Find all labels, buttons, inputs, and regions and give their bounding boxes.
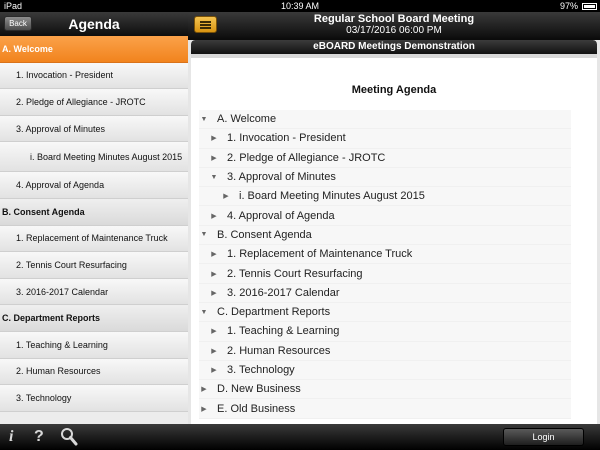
sidebar-item-label: i. Board Meeting Minutes August 2015 xyxy=(30,151,183,162)
sidebar-item-label: 2. Human Resources xyxy=(16,366,101,377)
sidebar-item-label: 3. Technology xyxy=(16,392,72,403)
agenda-tree-row[interactable]: ▶ E. Old Business xyxy=(199,399,571,419)
sidebar-section-item[interactable]: C. Department Reports xyxy=(0,305,188,332)
sidebar-item[interactable]: 3. Approval of Minutes xyxy=(0,115,188,143)
agenda-tree-label: B. Consent Agenda xyxy=(217,228,312,241)
agenda-tree-label: 2. Pledge of Allegiance - JROTC xyxy=(227,151,386,164)
agenda-tree-row[interactable]: ▶ i. Board Meeting Minutes August 2015 xyxy=(199,187,571,207)
sidebar-item-label: B. Consent Agenda xyxy=(2,206,85,217)
agenda-tree-label: 3. 2016-2017 Calendar xyxy=(227,286,340,299)
disclosure-collapsed-icon[interactable]: ▶ xyxy=(209,327,219,335)
sidebar-agenda-list: A. Welcome 1. Invocation - President 2. Pl… xyxy=(0,36,188,412)
agenda-tree-label: i. Board Meeting Minutes August 2015 xyxy=(239,190,425,203)
agenda-tree-label: 3. Approval of Minutes xyxy=(227,171,336,184)
sidebar-item[interactable]: 3. Technology xyxy=(0,385,188,412)
bottom-toolbar: i ? Login xyxy=(0,424,600,450)
sidebar-item[interactable]: i. Board Meeting Minutes August 2015 xyxy=(0,142,188,173)
sidebar-item[interactable]: 2. Pledge of Allegiance - JROTC xyxy=(0,89,188,116)
disclosure-expanded-icon[interactable]: ▼ xyxy=(199,116,209,123)
help-icon[interactable]: ? xyxy=(34,427,44,447)
sidebar-item-label: C. Department Reports xyxy=(2,313,101,324)
agenda-tree-label: D. New Business xyxy=(217,383,301,396)
sidebar-item-label: 1. Replacement of Maintenance Truck xyxy=(16,233,168,244)
agenda-tree-row[interactable]: ▶ 2. Pledge of Allegiance - JROTC xyxy=(199,148,571,168)
sidebar-item[interactable]: 4. Approval of Agenda xyxy=(0,172,188,199)
sidebar-item[interactable]: 2. Human Resources xyxy=(0,358,188,386)
agenda-tree-row[interactable]: ▶ 4. Approval of Agenda xyxy=(199,206,571,226)
disclosure-collapsed-icon[interactable]: ▶ xyxy=(209,134,219,142)
disclosure-expanded-icon[interactable]: ▼ xyxy=(199,231,209,238)
agenda-tree-row[interactable]: ▼ 3. Approval of Minutes xyxy=(199,167,571,188)
sidebar-item-label: 3. Approval of Minutes xyxy=(16,123,106,134)
agenda-tree-row[interactable]: ▶ D. New Business xyxy=(199,380,571,400)
agenda-sidebar: Agenda Back A. Welcome 1. Invocation - Pr… xyxy=(0,12,188,424)
sidebar-item[interactable]: 1. Teaching & Learning xyxy=(0,331,188,359)
agenda-tree: ▼ A. Welcome ▶ 1. Invocation - President ▶ 2.… xyxy=(199,110,571,419)
disclosure-collapsed-icon[interactable]: ▶ xyxy=(199,405,209,413)
agenda-tree-label: E. Old Business xyxy=(217,402,296,415)
agenda-tree-row[interactable]: ▼ C. Department Reports xyxy=(199,302,571,323)
agenda-tree-row[interactable]: ▶ 1. Teaching & Learning xyxy=(199,322,571,342)
disclosure-collapsed-icon[interactable]: ▶ xyxy=(209,270,219,278)
sidebar-item-label: A. Welcome xyxy=(2,43,53,54)
disclosure-collapsed-icon[interactable]: ▶ xyxy=(209,250,219,258)
sidebar-section-item[interactable]: B. Consent Agenda xyxy=(0,198,188,226)
agenda-tree-row[interactable]: ▼ B. Consent Agenda xyxy=(199,225,571,246)
agenda-tree-row[interactable]: ▶ 2. Tennis Court Resurfacing xyxy=(199,264,571,284)
agenda-tree-label: 1. Replacement of Maintenance Truck xyxy=(227,248,413,261)
agenda-tree-row[interactable]: ▶ 1. Replacement of Maintenance Truck xyxy=(199,245,571,265)
back-button[interactable]: Back xyxy=(4,16,32,31)
disclosure-collapsed-icon[interactable]: ▶ xyxy=(209,366,219,374)
agenda-tree-label: 1. Teaching & Learning xyxy=(227,325,340,338)
battery-percent: 97% xyxy=(559,1,578,11)
agenda-tree-label: 1. Invocation - President xyxy=(227,132,346,145)
sidebar-item-label: 4. Approval of Agenda xyxy=(16,180,105,191)
battery-icon xyxy=(582,3,597,10)
disclosure-collapsed-icon[interactable]: ▶ xyxy=(199,385,209,393)
meeting-date: 03/17/2016 06:00 PM xyxy=(346,25,442,36)
agenda-document: eBOARD Meetings Demonstration Meeting Ag… xyxy=(191,40,597,424)
login-button[interactable]: Login xyxy=(503,428,584,446)
disclosure-collapsed-icon[interactable]: ▶ xyxy=(209,347,219,355)
meeting-header: Regular School Board Meeting 03/17/2016 … xyxy=(188,12,600,40)
agenda-tree-row[interactable]: ▶ 3. Technology xyxy=(199,360,571,381)
agenda-tree-label: 2. Human Resources xyxy=(227,344,331,357)
search-icon[interactable] xyxy=(60,427,78,447)
agenda-tree-row[interactable]: ▶ 3. 2016-2017 Calendar xyxy=(199,283,571,303)
sidebar-item[interactable]: 2. Tennis Court Resurfacing xyxy=(0,252,188,279)
disclosure-collapsed-icon[interactable]: ▶ xyxy=(209,154,219,162)
sidebar-item-label: 2. Tennis Court Resurfacing xyxy=(16,259,127,270)
agenda-tree-row[interactable]: ▶ 1. Invocation - President xyxy=(199,129,571,149)
disclosure-collapsed-icon[interactable]: ▶ xyxy=(221,192,231,200)
agenda-tree-label: A. Welcome xyxy=(217,113,277,126)
agenda-tree-label: 3. Technology xyxy=(227,364,295,376)
content-frame: eBOARD Meetings Demonstration Meeting Ag… xyxy=(188,40,600,424)
clock: 10:39 AM xyxy=(280,1,320,11)
sidebar-item-label: 1. Teaching & Learning xyxy=(16,339,108,350)
disclosure-expanded-icon[interactable]: ▼ xyxy=(209,174,219,181)
sidebar-item-label: 2. Pledge of Allegiance - JROTC xyxy=(16,96,146,107)
document-heading: Meeting Agenda xyxy=(351,84,437,96)
disclosure-collapsed-icon[interactable]: ▶ xyxy=(209,212,219,220)
sidebar-header: Agenda Back xyxy=(0,12,188,36)
sidebar-item-label: 1. Invocation - President xyxy=(16,70,114,81)
agenda-tree-row[interactable]: ▶ 2. Human Resources xyxy=(199,341,571,361)
info-icon[interactable]: i xyxy=(9,427,13,447)
agenda-tree-row[interactable]: ▼ A. Welcome xyxy=(199,110,571,130)
banner-divider xyxy=(191,54,597,58)
agenda-tree-label: C. Department Reports xyxy=(217,306,331,319)
agenda-tree-label: 4. Approval of Agenda xyxy=(227,209,335,222)
status-bar: iPad 10:39 AM 97% xyxy=(0,0,600,12)
sidebar-item[interactable]: 1. Invocation - President xyxy=(0,62,188,90)
sidebar-item-label: 3. 2016-2017 Calendar xyxy=(16,286,109,297)
document-banner: eBOARD Meetings Demonstration xyxy=(191,40,597,54)
agenda-tree-label: 2. Tennis Court Resurfacing xyxy=(227,267,363,280)
disclosure-expanded-icon[interactable]: ▼ xyxy=(199,309,209,316)
sidebar-item[interactable]: 1. Replacement of Maintenance Truck xyxy=(0,225,188,253)
sidebar-item[interactable]: 3. 2016-2017 Calendar xyxy=(0,278,188,306)
disclosure-collapsed-icon[interactable]: ▶ xyxy=(209,289,219,297)
sidebar-section-item[interactable]: A. Welcome xyxy=(0,36,188,63)
